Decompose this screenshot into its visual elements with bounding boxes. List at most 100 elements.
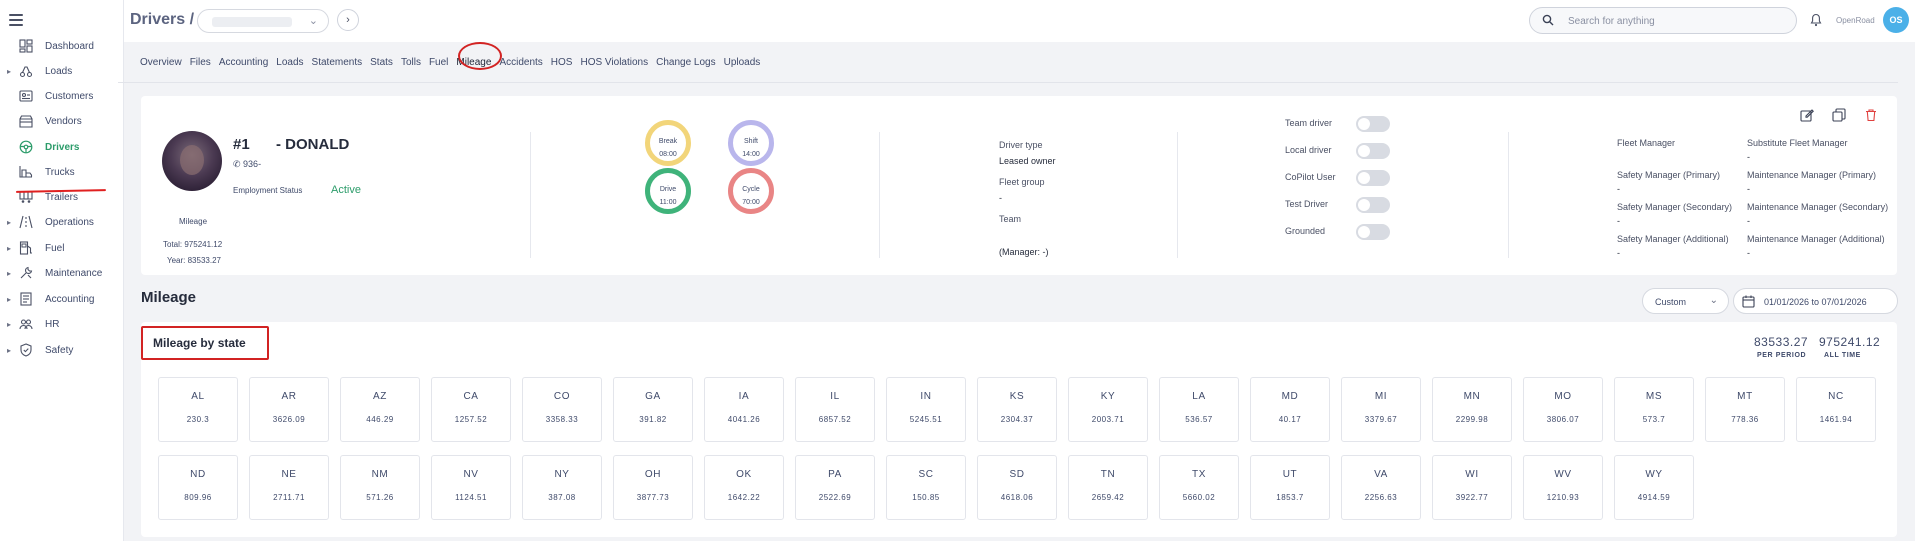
state-cell: MN 2299.98 xyxy=(1432,377,1512,442)
toggle-grounded[interactable] xyxy=(1356,224,1390,240)
caret-right-icon[interactable]: ▸ xyxy=(7,269,11,278)
toggle-copilot-user[interactable] xyxy=(1356,170,1390,186)
tab-stats[interactable]: Stats xyxy=(370,57,393,73)
toggle-team-driver[interactable] xyxy=(1356,116,1390,132)
safety-manager-additional-label: Safety Manager (Additional) xyxy=(1617,234,1729,244)
state-code: IA xyxy=(738,391,750,402)
hos-value: 70:00 xyxy=(742,199,760,206)
annotation-circle xyxy=(458,42,502,70)
menu-icon[interactable] xyxy=(9,14,23,26)
state-miles: 6857.52 xyxy=(818,415,852,424)
state-miles: 3922.77 xyxy=(1455,493,1489,502)
caret-right-icon[interactable]: ▸ xyxy=(7,346,11,355)
state-cell: OH 3877.73 xyxy=(613,455,693,520)
sidebar-item-label: Safety xyxy=(45,344,74,356)
state-cell: SD 4618.06 xyxy=(977,455,1057,520)
sidebar-item-fuel[interactable]: ▸ Fuel xyxy=(0,236,124,260)
caret-right-icon[interactable]: ▸ xyxy=(7,320,11,329)
tab-loads[interactable]: Loads xyxy=(276,57,303,73)
sidebar-item-vendors[interactable]: Vendors xyxy=(0,109,124,133)
state-code: UT xyxy=(1282,469,1298,480)
tab-files[interactable]: Files xyxy=(190,57,211,73)
sidebar-item-safety[interactable]: ▸ Safety xyxy=(0,338,124,362)
user-avatar[interactable]: OS xyxy=(1883,7,1909,33)
state-miles: 446.29 xyxy=(366,415,394,424)
sidebar-item-operations[interactable]: ▸ Operations xyxy=(0,210,124,234)
state-cell: WV 1210.93 xyxy=(1523,455,1603,520)
caret-right-icon[interactable]: ▸ xyxy=(7,218,11,227)
caret-right-icon[interactable]: ▸ xyxy=(7,244,11,253)
state-cell: MO 3806.07 xyxy=(1523,377,1603,442)
caret-right-icon[interactable]: ▸ xyxy=(7,295,11,304)
state-miles: 1853.7 xyxy=(1276,493,1304,502)
state-code: WY xyxy=(1645,469,1663,480)
maintenance-icon xyxy=(19,266,33,280)
state-miles: 3877.73 xyxy=(636,493,670,502)
substitute-fleet-manager-label: Substitute Fleet Manager xyxy=(1747,138,1848,148)
state-code: GA xyxy=(645,391,661,402)
safety-manager-secondary: - xyxy=(1617,216,1620,226)
tab-fuel[interactable]: Fuel xyxy=(429,57,448,73)
sidebar-item-customers[interactable]: Customers xyxy=(0,84,124,108)
tab-statements[interactable]: Statements xyxy=(312,57,363,73)
drivers-icon xyxy=(19,140,33,154)
next-driver-button[interactable]: › xyxy=(337,9,359,31)
state-cell: TN 2659.42 xyxy=(1068,455,1148,520)
tab-accidents[interactable]: Accidents xyxy=(499,57,542,73)
maintenance-manager-primary: - xyxy=(1747,184,1750,194)
hos-label: Cycle xyxy=(742,186,760,193)
date-range-picker[interactable]: 01/01/2026 to 07/01/2026 xyxy=(1733,288,1898,314)
tab-accounting[interactable]: Accounting xyxy=(219,57,268,73)
sidebar-item-loads[interactable]: ▸ Loads xyxy=(0,59,124,83)
sidebar-item-hr[interactable]: ▸ HR xyxy=(0,312,124,336)
hos-label: Drive xyxy=(659,186,677,193)
driver-select[interactable]: ⌄ xyxy=(197,9,329,33)
state-cell: WY 4914.59 xyxy=(1614,455,1694,520)
toggle-test-driver[interactable] xyxy=(1356,197,1390,213)
sidebar-item-accounting[interactable]: ▸ Accounting xyxy=(0,287,124,311)
company-name[interactable]: OpenRoad xyxy=(1836,16,1875,25)
state-code: ND xyxy=(190,469,206,480)
sidebar-item-dashboard[interactable]: Dashboard xyxy=(0,34,124,58)
state-miles: 571.26 xyxy=(366,493,394,502)
hos-drive-ring: Drive 11:00 xyxy=(645,168,691,214)
state-miles: 3626.09 xyxy=(272,415,306,424)
state-cell: PA 2522.69 xyxy=(795,455,875,520)
state-cell: AR 3626.09 xyxy=(249,377,329,442)
sidebar-item-label: Customers xyxy=(45,90,94,102)
search-input[interactable]: Search for anything xyxy=(1529,7,1797,34)
copy-icon[interactable] xyxy=(1832,108,1846,122)
mileage-label: Mileage xyxy=(179,217,208,226)
state-cell: MI 3379.67 xyxy=(1341,377,1421,442)
state-code: SD xyxy=(1009,469,1025,480)
state-cell: GA 391.82 xyxy=(613,377,693,442)
driver-profile-card: #1 - DONALD ✆ 936- Employment Status Act… xyxy=(141,96,1897,275)
period-total: 83533.27 xyxy=(1754,335,1809,349)
state-code: CO xyxy=(553,391,571,402)
hos-label: Break xyxy=(658,138,678,145)
state-miles: 230.3 xyxy=(186,415,210,424)
caret-right-icon[interactable]: ▸ xyxy=(7,67,11,76)
sidebar-item-maintenance[interactable]: ▸ Maintenance xyxy=(0,261,124,285)
toggle-local-driver[interactable] xyxy=(1356,143,1390,159)
sidebar-item-drivers[interactable]: Drivers xyxy=(0,135,124,159)
tab-hos-violations[interactable]: HOS Violations xyxy=(580,57,648,73)
sidebar-item-trucks[interactable]: Trucks xyxy=(0,160,124,184)
state-code: OH xyxy=(644,469,662,480)
edit-icon[interactable] xyxy=(1800,108,1814,122)
tab-overview[interactable]: Overview xyxy=(140,57,182,73)
employment-status: Active xyxy=(331,184,361,196)
state-cell: SC 150.85 xyxy=(886,455,966,520)
tab-uploads[interactable]: Uploads xyxy=(724,57,761,73)
bell-icon[interactable] xyxy=(1810,13,1822,27)
page-title: Drivers / xyxy=(130,11,195,28)
tab-change-logs[interactable]: Change Logs xyxy=(656,57,716,73)
mileage-total: Total: 975241.12 xyxy=(163,240,223,249)
state-cell: MD 40.17 xyxy=(1250,377,1330,442)
tab-tolls[interactable]: Tolls xyxy=(401,57,421,73)
range-select[interactable]: Custom ⌄ xyxy=(1642,288,1729,314)
state-miles: 40.17 xyxy=(1278,415,1302,424)
driver-phone-number: 936- xyxy=(243,159,262,169)
tab-hos[interactable]: HOS xyxy=(551,57,573,73)
trash-icon[interactable] xyxy=(1864,108,1878,122)
